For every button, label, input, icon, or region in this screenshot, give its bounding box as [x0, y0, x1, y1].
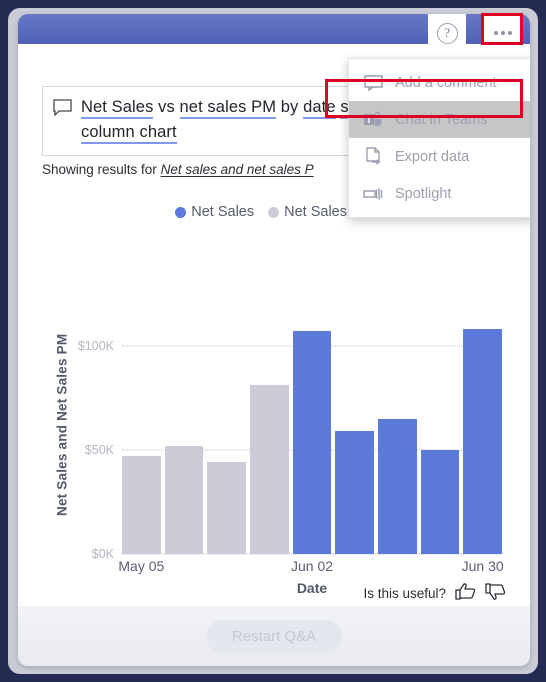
- showing-results-emphasis: Net sales and net sales P: [160, 162, 314, 177]
- legend-label: Net Sales: [191, 204, 255, 220]
- legend-swatch-icon: [175, 206, 187, 218]
- x-tick-label-2: Jun 30: [461, 558, 504, 574]
- chart-bar[interactable]: [463, 329, 503, 554]
- x-tick-label-1: Jun 02: [290, 558, 334, 574]
- chart-plot-area: $0K $50K $100K: [78, 304, 503, 561]
- chart-bar[interactable]: [378, 418, 417, 554]
- chart-x-axis-ticks: May 05 Jun 02 Jun 30: [118, 558, 504, 578]
- chart-bars: [122, 304, 503, 554]
- chart-bar[interactable]: [250, 385, 289, 554]
- chart-bar[interactable]: [420, 449, 460, 554]
- menu-item-chat-in-teams[interactable]: Chat in Teams: [349, 101, 530, 138]
- legend-swatch-icon: [268, 206, 280, 218]
- restart-qa-button[interactable]: Restart Q&A: [205, 619, 343, 653]
- y-tick-label-2: $100K: [77, 338, 114, 353]
- menu-item-add-a-comment[interactable]: Add a comment: [349, 64, 530, 101]
- menu-item-label: Chat in Teams: [395, 111, 488, 128]
- chart-container: Net Sales Net Sales PM Net Sales and Net …: [32, 204, 516, 596]
- y-tick-label-1: $50K: [84, 442, 114, 457]
- thumbs-up-icon[interactable]: [455, 582, 476, 604]
- qa-word-vs: vs: [158, 98, 175, 116]
- menu-item-label: Export data: [395, 148, 470, 165]
- qa-term-net-sales-pm: net sales PM: [179, 98, 277, 119]
- menu-item-export-data[interactable]: Export data: [349, 138, 530, 175]
- question-mark-icon: ?: [436, 22, 458, 44]
- showing-results-text: Showing results for Net sales and net sa…: [42, 162, 314, 177]
- menu-item-label: Spotlight: [395, 185, 452, 202]
- qa-term-date: date: [303, 98, 336, 119]
- spotlight-icon: [363, 187, 383, 201]
- screenshot-root: ? Net Sales vs net sales PM by date colu…: [0, 0, 546, 682]
- export-data-icon: [363, 147, 383, 166]
- more-options-menu: Add a comment Chat in Teams Export data Spo…: [348, 58, 530, 218]
- chart-bar[interactable]: [292, 331, 332, 554]
- legend-item-0[interactable]: Net Sales: [175, 204, 254, 220]
- feedback-question: Is this useful?: [363, 585, 446, 601]
- qa-dialog: ? Net Sales vs net sales PM by date colu…: [18, 14, 530, 666]
- menu-item-label: Add a comment: [395, 74, 497, 91]
- comment-bubble-icon: [53, 95, 72, 145]
- chart-bar[interactable]: [164, 445, 204, 554]
- chart-bar[interactable]: [207, 462, 247, 554]
- chart-bar[interactable]: [335, 431, 375, 554]
- teams-icon: [363, 111, 383, 128]
- ellipsis-icon: [494, 31, 512, 35]
- qa-term-net-sales: Net Sales: [81, 98, 154, 119]
- chart-bar[interactable]: [122, 456, 161, 554]
- dialog-footer: Restart Q&A: [18, 606, 530, 666]
- thumbs-down-icon[interactable]: [485, 582, 506, 604]
- menu-item-spotlight[interactable]: Spotlight: [349, 175, 530, 212]
- x-tick-label-0: May 05: [118, 558, 165, 574]
- showing-results-prefix: Showing results for: [42, 162, 157, 177]
- dialog-titlebar: ?: [18, 14, 530, 52]
- chart-y-axis-label: Net Sales and Net Sales PM: [54, 333, 70, 517]
- feedback-row: Is this useful?: [18, 582, 530, 604]
- comment-icon: [363, 74, 383, 91]
- qa-word-by: by: [280, 98, 299, 116]
